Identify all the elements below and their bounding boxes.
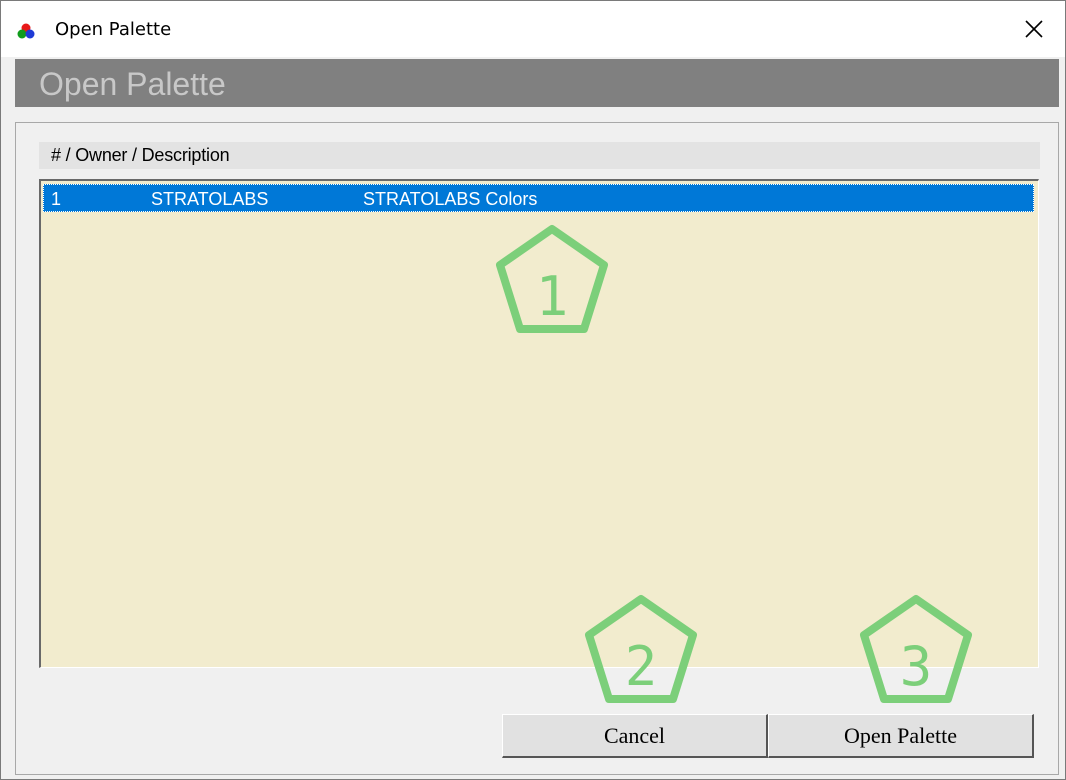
list-item[interactable]: 1 STRATOLABS STRATOLABS Colors <box>43 184 1034 212</box>
open-palette-button[interactable]: Open Palette <box>768 714 1034 758</box>
title-bar: Open Palette <box>1 1 1065 57</box>
marker-2-label: 2 <box>625 635 658 698</box>
cancel-button[interactable]: Cancel <box>502 714 768 758</box>
column-header[interactable]: # / Owner / Description <box>39 142 1040 169</box>
close-icon <box>1025 20 1043 38</box>
annotation-marker-3: 3 <box>860 595 972 703</box>
close-button[interactable] <box>1003 1 1065 57</box>
annotation-marker-1: 1 <box>496 225 608 333</box>
open-palette-dialog: Open Palette Open Palette # / Owner / De… <box>0 0 1066 780</box>
row-number: 1 <box>51 189 62 209</box>
dialog-heading: Open Palette <box>39 66 226 102</box>
row-owner: STRATOLABS <box>151 189 269 209</box>
column-header-label: # / Owner / Description <box>51 145 230 165</box>
row-description: STRATOLABS Colors <box>363 189 538 209</box>
dialog-header: Open Palette <box>15 59 1059 107</box>
marker-3-label: 3 <box>900 635 933 698</box>
marker-1-label: 1 <box>536 265 569 328</box>
rgb-dots-icon <box>17 23 35 39</box>
annotation-marker-2: 2 <box>585 595 697 703</box>
window-title: Open Palette <box>55 19 172 40</box>
